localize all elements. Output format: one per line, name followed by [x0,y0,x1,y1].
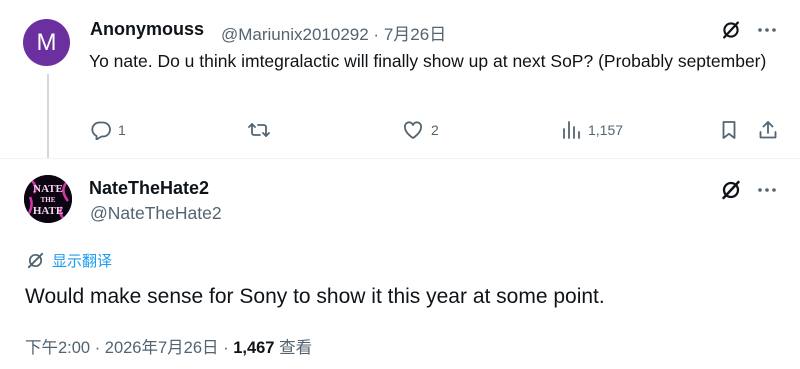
author-handle[interactable]: @Mariunix2010292 [221,25,369,44]
views-button[interactable]: 1,157 [560,120,623,140]
more-icon[interactable] [757,182,777,198]
translate-link[interactable]: 显示翻译 [26,250,112,271]
grok-icon[interactable] [721,20,741,40]
post-text: Would make sense for Sony to show it thi… [25,285,605,308]
author-name[interactable]: Anonymouss [90,19,204,40]
post-timestamp[interactable]: 下午2:00 · 2026年7月26日 · [25,339,233,357]
post-text: Yo nate. Do u think imtegralactic will f… [89,51,767,71]
more-icon[interactable] [757,22,777,38]
avatar-art-text: NATE [33,183,63,195]
views-icon [560,120,582,140]
author-handle[interactable]: @NateTheHate2 [90,203,222,224]
post-meta: 下午2:00 · 2026年7月26日 · 1,467 查看 [25,334,312,358]
post-date[interactable]: 7月26日 [384,25,446,44]
translate-label: 显示翻译 [52,253,113,270]
like-count: 2 [431,122,439,138]
author-name[interactable]: NateTheHate2 [89,178,209,199]
retweet-icon [247,120,271,140]
views-count: 1,467 [233,339,275,357]
avatar-letter: M [36,28,57,56]
translate-icon [26,251,45,270]
author-meta: @Mariunix2010292 · 7月26日 [221,20,446,45]
divider [0,158,800,159]
avatar[interactable]: M [23,19,70,66]
like-button[interactable]: 2 [401,120,439,140]
bookmark-icon[interactable] [719,120,739,140]
views-label: 查看 [274,339,313,357]
retweet-button[interactable] [247,120,277,140]
heart-icon [401,120,425,140]
reply-count: 1 [118,122,126,138]
grok-icon[interactable] [720,179,742,201]
share-icon[interactable] [757,119,779,141]
avatar[interactable]: NATE THE HATE [24,175,72,223]
meta-separator: · [373,25,380,44]
thread-connector-line [47,74,49,158]
reply-icon [90,120,112,140]
avatar-art-text: THE [41,196,56,204]
views-count: 1,157 [588,122,624,138]
avatar-art-text: HATE [33,205,63,217]
reply-button[interactable]: 1 [90,120,126,140]
